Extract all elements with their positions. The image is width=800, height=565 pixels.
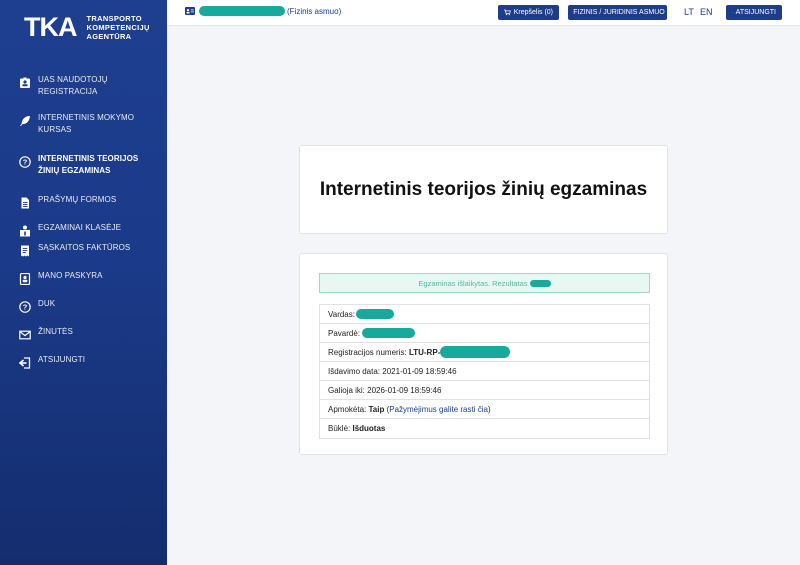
pavarde-label: Pavardė: bbox=[328, 328, 361, 338]
sidebar-item-atsijungti[interactable]: Atsijungti bbox=[0, 344, 167, 372]
sidebar-item-duk[interactable]: ? DUK bbox=[0, 288, 167, 316]
document-icon bbox=[18, 196, 31, 209]
logo-text: Transporto kompetencijų agentūra bbox=[87, 14, 150, 41]
sidebar-item-label: Prašymų formos bbox=[38, 195, 117, 204]
issue-label: Išdavimo data: bbox=[328, 366, 381, 376]
svg-text:?: ? bbox=[22, 157, 27, 166]
sidebar-item-prasymu-formos[interactable]: Prašymų formos bbox=[0, 176, 167, 208]
cart-icon bbox=[504, 9, 511, 16]
row-bukle: Būklė: Išduotas bbox=[320, 419, 649, 438]
account-icon bbox=[18, 272, 31, 285]
vardas-label: Vardas: bbox=[328, 309, 355, 319]
redacted-vardas bbox=[355, 309, 394, 319]
user-card-icon bbox=[185, 7, 195, 15]
classroom-icon bbox=[18, 224, 31, 237]
redacted-user-name bbox=[199, 6, 285, 16]
title-card: Internetinis teorijos žinių egzaminas bbox=[299, 145, 668, 234]
certificates-link[interactable]: Pažymėjimus galite rasti čia bbox=[389, 405, 488, 414]
sidebar-item-uas-registracija[interactable]: UAS naudotojų registracija bbox=[0, 70, 167, 102]
logo-mark: TKA bbox=[24, 12, 77, 42]
switch-person-type-button[interactable]: FIZINIS / JURIDINIS ASMUO bbox=[568, 5, 667, 20]
switch-label: FIZINIS / JURIDINIS ASMUO bbox=[573, 9, 665, 16]
question-circle-icon: ? bbox=[18, 155, 31, 168]
logo-line-3: agentūra bbox=[86, 32, 132, 41]
state-value: Išduotas bbox=[352, 424, 386, 433]
paid-label: Apmokėta: bbox=[328, 404, 367, 414]
logo[interactable]: TKA Transporto kompetencijų agentūra bbox=[24, 12, 150, 42]
user-type: (Fizinis asmuo) bbox=[287, 6, 342, 16]
sidebar-item-label: Mano paskyra bbox=[38, 271, 103, 280]
sidebar-item-label: Žinutės bbox=[38, 327, 73, 336]
logout-icon bbox=[732, 12, 733, 13]
exam-details-card: Egzaminas išlaikytas. Rezultatas Vardas:… bbox=[299, 253, 668, 455]
sidebar-item-label: Internetinis mokymo kursas bbox=[38, 113, 135, 134]
sidebar-item-mano-paskyra[interactable]: Mano paskyra bbox=[0, 260, 167, 288]
envelope-icon bbox=[18, 328, 31, 341]
row-apmoketa: Apmokėta: Taip (Pažymėjimus galite rasti… bbox=[320, 400, 649, 419]
redacted-pavarde bbox=[362, 328, 416, 338]
sidebar-item-teorijos-egzaminas[interactable]: ? Internetinis teorijos žinių egzaminas bbox=[0, 139, 167, 176]
result-alert: Egzaminas išlaikytas. Rezultatas bbox=[319, 273, 650, 293]
redacted-reg-number bbox=[440, 346, 511, 358]
receipt-icon bbox=[18, 244, 31, 257]
lang-en[interactable]: EN bbox=[700, 7, 713, 17]
logout-button[interactable]: ATSIJUNGTI bbox=[726, 5, 782, 20]
sidebar-item-label: Atsijungti bbox=[38, 355, 86, 364]
feather-icon bbox=[18, 114, 31, 127]
paid-value: Taip bbox=[368, 404, 385, 414]
sidebar-item-label: Egzaminai klasėje bbox=[38, 223, 122, 232]
page-title: Internetinis teorijos žinių egzaminas bbox=[319, 178, 648, 200]
sidebar-item-mokymo-kursas[interactable]: Internetinis mokymo kursas bbox=[0, 102, 167, 139]
row-registracijos-numeris: Registracijos numeris: LTU-RP- bbox=[320, 343, 649, 362]
valid-label: Galioja iki: bbox=[328, 385, 365, 395]
sidebar-item-label: DUK bbox=[38, 299, 56, 308]
row-pavarde: Pavardė: bbox=[320, 324, 649, 343]
info-table: Vardas: Pavardė: Registracijos numeris: … bbox=[319, 304, 650, 439]
id-badge-icon bbox=[18, 76, 31, 89]
svg-text:?: ? bbox=[22, 302, 27, 311]
result-text: Egzaminas išlaikytas. Rezultatas bbox=[418, 278, 528, 288]
sidebar-item-zinutes[interactable]: Žinutės bbox=[0, 316, 167, 344]
reg-prefix: LTU-RP- bbox=[408, 347, 441, 357]
row-vardas: Vardas: bbox=[320, 305, 649, 324]
logo-line-2: kompetencijų bbox=[86, 23, 150, 32]
cart-label: Krepšelis (0) bbox=[513, 9, 553, 16]
logo-line-1: Transporto bbox=[86, 14, 142, 23]
sidebar: TKA Transporto kompetencijų agentūra UAS… bbox=[0, 0, 167, 565]
top-bar: (Fizinis asmuo) Krepšelis (0) FIZINIS / … bbox=[167, 0, 800, 26]
logout-label: ATSIJUNGTI bbox=[735, 9, 776, 16]
user-info: (Fizinis asmuo) bbox=[185, 6, 341, 16]
sidebar-item-label: Internetinis teorijos žinių egzaminas bbox=[38, 154, 139, 175]
row-galioja-iki: Galioja iki: 2026-01-09 18:59:46 bbox=[320, 381, 649, 400]
valid-value: 2026-01-09 18:59:46 bbox=[367, 385, 442, 395]
question-circle-icon: ? bbox=[18, 300, 31, 313]
cart-button[interactable]: Krepšelis (0) bbox=[498, 5, 559, 20]
sidebar-item-label: UAS naudotojų registracija bbox=[38, 75, 108, 96]
issue-value: 2021-01-09 18:59:46 bbox=[382, 366, 457, 376]
sidebar-item-label: Sąskaitos faktūros bbox=[38, 243, 131, 252]
logout-icon bbox=[18, 356, 31, 369]
row-isdavimo-data: Išdavimo data: 2021-01-09 18:59:46 bbox=[320, 362, 649, 381]
redacted-result bbox=[529, 279, 551, 287]
lang-lt[interactable]: LT bbox=[684, 7, 694, 17]
state-label: Būklė: bbox=[328, 424, 351, 433]
sidebar-menu: UAS naudotojų registracija Internetinis m… bbox=[0, 70, 167, 372]
reg-label: Registracijos numeris: bbox=[328, 347, 407, 357]
